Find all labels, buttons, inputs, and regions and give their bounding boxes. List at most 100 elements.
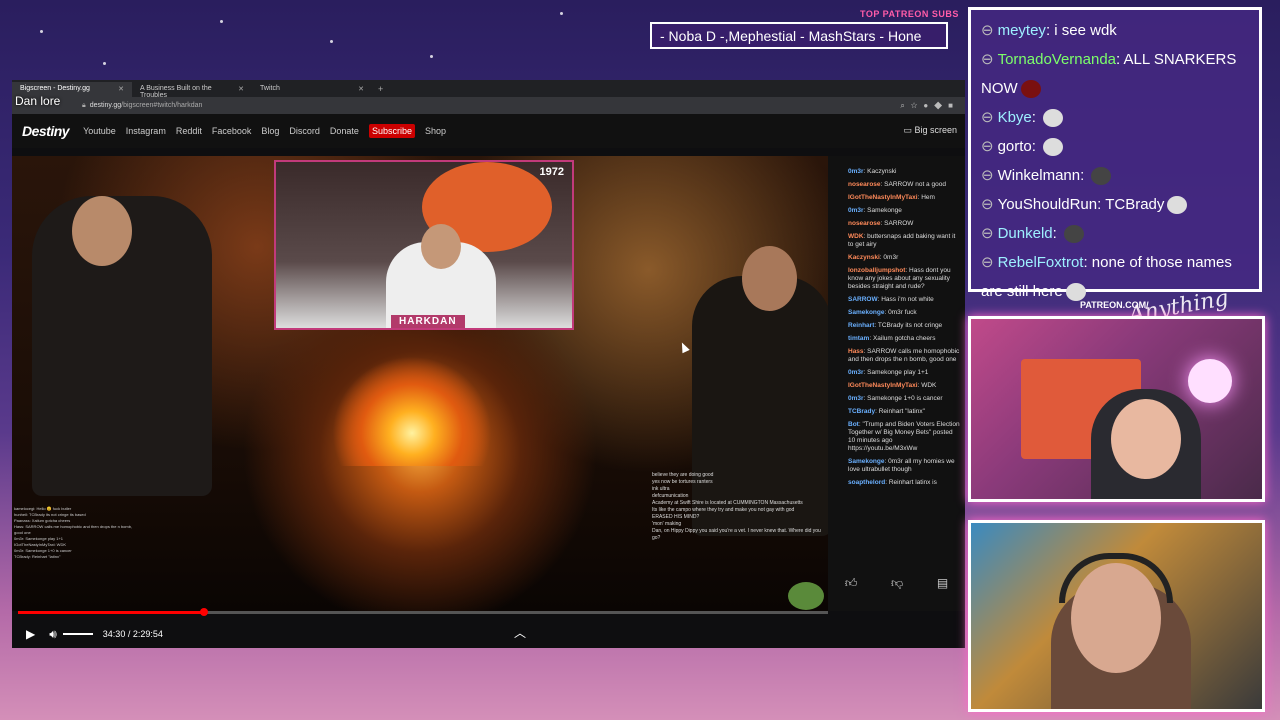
chat-username[interactable]: Reinhart bbox=[848, 322, 874, 329]
chat-username[interactable]: Kaczynski bbox=[848, 254, 880, 261]
video-chat-line: Academy at Swift Shire is located at CUM… bbox=[652, 500, 803, 506]
chevron-up-icon[interactable]: ︿ bbox=[514, 624, 526, 641]
video-chat-line: Its like the campo where they try and ma… bbox=[652, 507, 795, 513]
nav-youtube[interactable]: Youtube bbox=[83, 126, 116, 136]
volume-slider[interactable] bbox=[62, 633, 93, 635]
chat-username[interactable]: lonzoballjumpshot bbox=[848, 267, 905, 274]
chat-username[interactable]: TCBrady bbox=[848, 408, 875, 415]
chat-username[interactable]: 0m3r bbox=[848, 369, 864, 376]
close-icon[interactable]: ✕ bbox=[238, 85, 244, 94]
chat-username[interactable]: timtam bbox=[848, 335, 869, 342]
nav-discord[interactable]: Discord bbox=[289, 126, 320, 136]
subscribe-button[interactable]: Subscribe bbox=[368, 124, 415, 138]
browser-toolbar-icons[interactable]: ⌕☆●◆■ bbox=[900, 101, 959, 111]
chat-badge-icon: ⊖ bbox=[981, 167, 994, 184]
tab-twitch[interactable]: Twitch ✕ bbox=[252, 82, 372, 97]
bigscreen-button[interactable]: ▭ Big screen bbox=[903, 125, 957, 136]
mouse-cursor-icon bbox=[678, 340, 690, 354]
nav-facebook[interactable]: Facebook bbox=[212, 126, 252, 136]
video-embedded-chat-left: kamelocegi: Hello 😊 fuck butler hunheil:… bbox=[14, 506, 134, 560]
webcam-2 bbox=[968, 520, 1265, 712]
new-tab-icon[interactable]: + bbox=[372, 81, 389, 97]
play-icon[interactable]: ▶ bbox=[26, 627, 35, 641]
chat-username[interactable]: 0m3r bbox=[848, 168, 864, 175]
webcam-1 bbox=[968, 316, 1265, 502]
chat-message: Reinhart "latinx" bbox=[878, 408, 925, 415]
video-player[interactable]: 1972 HARKDAN kamelocegi: Hello 😊 fuck bu… bbox=[12, 156, 828, 611]
site-chat-line: nosearose: SARROW bbox=[828, 218, 965, 231]
site-chat-line: IGotTheNastyInMyTaxi: Hem bbox=[828, 192, 965, 205]
site-chat-line: IGotTheNastyInMyTaxi: WDK bbox=[828, 380, 965, 393]
chat-message: i see wdk bbox=[1054, 22, 1117, 39]
monitor-icon: ▭ bbox=[903, 125, 912, 135]
volume-icon[interactable]: 🔊︎ bbox=[49, 627, 57, 642]
stream-chat-line: ⊖ Dunkeld: bbox=[981, 219, 1249, 248]
chat-username[interactable]: IGotTheNastyInMyTaxi bbox=[848, 194, 918, 201]
tab-label: Twitch bbox=[260, 85, 280, 92]
video-progress-bar[interactable] bbox=[18, 608, 828, 616]
url-host: destiny.gg bbox=[89, 102, 122, 109]
nav-reddit[interactable]: Reddit bbox=[176, 126, 202, 136]
video-chat-line: TCBrady: Reinhart "latinx" bbox=[14, 554, 61, 559]
chat-message: SARROW bbox=[884, 220, 914, 227]
chat-username[interactable]: Samekonge bbox=[848, 458, 885, 465]
chat-username[interactable]: Hass bbox=[848, 348, 864, 355]
chat-username[interactable]: nosearose bbox=[848, 220, 881, 227]
player-controls: ▶ 🔊︎ 34:30 / 2:29:54 ︿ bbox=[12, 620, 965, 648]
url-path: /bigscreen#twitch/harkdan bbox=[121, 102, 203, 109]
chat-message: 0m3r fuck bbox=[888, 309, 917, 316]
chat-username[interactable]: Samekonge bbox=[848, 309, 885, 316]
tab-business[interactable]: A Business Built on the Troubles ✕ bbox=[132, 82, 252, 99]
address-bar[interactable]: 🔒︎ destiny.gg /bigscreen#twitch/harkdan … bbox=[12, 97, 965, 114]
close-icon[interactable]: ✕ bbox=[118, 85, 124, 94]
lock-icon: 🔒︎ bbox=[82, 101, 86, 109]
chat-username[interactable]: nosearose bbox=[848, 181, 881, 188]
chat-username[interactable]: Bot bbox=[848, 421, 859, 428]
stream-chat-line: ⊖ Kbye: bbox=[981, 103, 1249, 132]
lamp-decor bbox=[1188, 359, 1232, 403]
progress-handle[interactable] bbox=[200, 608, 209, 616]
site-chat-line: timtam: Xailum gotcha cheers bbox=[828, 333, 965, 346]
thumbs-up-icon[interactable]: 👍︎ bbox=[845, 576, 858, 592]
chat-username[interactable]: 0m3r bbox=[848, 207, 864, 214]
chat-message: Reinhart latinx is bbox=[888, 479, 937, 486]
site-chat-line: soapthelord: Reinhart latinx is bbox=[828, 477, 965, 490]
chat-bubble-icon[interactable]: ▤ bbox=[937, 576, 948, 592]
chat-message: 0m3r bbox=[883, 254, 899, 261]
video-time: 34:30 / 2:29:54 bbox=[102, 629, 163, 639]
destiny-logo[interactable]: Destiny bbox=[22, 123, 70, 139]
thumbs-down-icon[interactable]: 👎︎ bbox=[891, 576, 903, 592]
nav-donate[interactable]: Donate bbox=[330, 126, 359, 136]
chat-badge-icon: ⊖ bbox=[981, 22, 994, 39]
stream-chat-line: ⊖ gorto: bbox=[981, 132, 1249, 161]
site-chat-line: Samekonge: 0m3r all my homies we love ul… bbox=[828, 456, 965, 477]
chat-message: Kaczynski bbox=[867, 168, 897, 175]
chat-message: Samekonge play 1+1 bbox=[867, 369, 929, 376]
chat-username[interactable]: soapthelord bbox=[848, 479, 885, 486]
video-embedded-chat-right: believe they are doing good yes now be t… bbox=[652, 472, 822, 542]
chat-username[interactable]: IGotTheNastyInMyTaxi bbox=[848, 382, 918, 389]
chat-username: YouShouldRun bbox=[997, 196, 1098, 213]
stream-chat-overlay: ⊖ meytey: i see wdk ⊖ TornadoVernanda: ALL … bbox=[968, 7, 1262, 302]
site-chat-line: 0m3r: Samekonge 1+0 is cancer bbox=[828, 393, 965, 406]
video-chat-line: Dan, on Hippy Dippy you said you're a ve… bbox=[652, 528, 821, 541]
close-icon[interactable]: ✕ bbox=[358, 85, 364, 94]
frog-emote-icon bbox=[788, 582, 824, 610]
chat-username[interactable]: WDK bbox=[848, 233, 864, 240]
chat-username[interactable]: SARROW bbox=[848, 296, 878, 303]
chat-username[interactable]: 0m3r bbox=[848, 395, 864, 402]
nav-shop[interactable]: Shop bbox=[425, 126, 446, 136]
chat-badge-icon: ⊖ bbox=[981, 196, 994, 213]
stream-chat-line: ⊖ YouShouldRun: TCBrady bbox=[981, 190, 1249, 219]
nav-instagram[interactable]: Instagram bbox=[126, 126, 166, 136]
browser-window: Bigscreen - Destiny.gg ✕ A Business Built… bbox=[12, 80, 965, 648]
chat-message: SARROW not a good bbox=[884, 181, 946, 188]
site-chat-line: lonzoballjumpshot: Hass dont you know an… bbox=[828, 265, 965, 294]
nav-blog[interactable]: Blog bbox=[261, 126, 279, 136]
chat-message: Hem bbox=[921, 194, 935, 201]
site-chat-line: Reinhart: TCBrady its not cringe bbox=[828, 320, 965, 333]
video-chat-line: 'mon' making bbox=[652, 521, 682, 527]
chat-username: Kbye bbox=[997, 109, 1032, 126]
site-chat-line: Kaczynski: 0m3r bbox=[828, 252, 965, 265]
chat-username: Dunkeld bbox=[997, 225, 1053, 242]
